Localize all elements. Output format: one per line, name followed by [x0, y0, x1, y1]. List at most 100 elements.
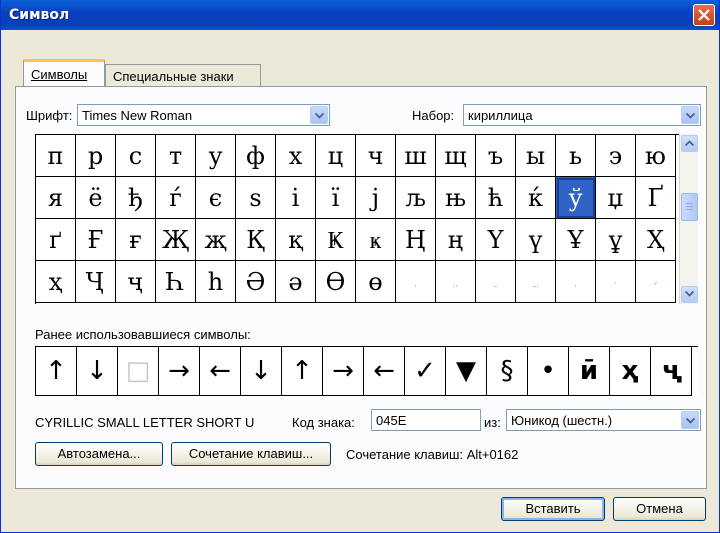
- symbol-cell[interactable]: э: [596, 135, 636, 177]
- from-dropdown-button[interactable]: [681, 411, 699, 429]
- symbol-cell[interactable]: ·: [396, 261, 436, 303]
- symbol-cell[interactable]: ї: [316, 177, 356, 219]
- symbol-cell[interactable]: Ү: [476, 219, 516, 261]
- recent-symbol-cell[interactable]: ↑: [36, 347, 77, 396]
- symbol-cell[interactable]: ё: [76, 177, 116, 219]
- symbol-cell[interactable]: ђ: [116, 177, 156, 219]
- tab-symbols-label: Символы: [31, 67, 88, 82]
- symbol-cell[interactable]: ˅: [636, 261, 676, 303]
- scroll-down-button[interactable]: [681, 286, 698, 303]
- font-select[interactable]: Times New Roman: [77, 104, 330, 126]
- symbol-grid-scrollbar[interactable]: [679, 134, 698, 304]
- symbol-cell[interactable]: Қ: [236, 219, 276, 261]
- symbol-cell[interactable]: ѕ: [236, 177, 276, 219]
- symbol-cell[interactable]: ц: [316, 135, 356, 177]
- recent-symbol-cell[interactable]: §: [487, 347, 528, 396]
- symbol-cell[interactable]: њ: [436, 177, 476, 219]
- symbol-cell[interactable]: Ұ: [556, 219, 596, 261]
- recent-symbol-cell[interactable]: □: [118, 347, 159, 396]
- symbol-cell[interactable]: ҷ: [116, 261, 156, 303]
- symbol-cell[interactable]: ў: [556, 177, 596, 219]
- symbol-cell[interactable]: Ғ: [76, 219, 116, 261]
- tab-symbols[interactable]: Символы: [23, 59, 105, 86]
- symbol-cell[interactable]: ˙: [596, 261, 636, 303]
- symbol-cell[interactable]: с: [116, 135, 156, 177]
- recent-symbol-cell[interactable]: →: [159, 347, 200, 396]
- symbol-cell[interactable]: ө: [356, 261, 396, 303]
- recent-symbol-cell[interactable]: ҷ: [651, 347, 692, 396]
- symbol-cell[interactable]: ы: [516, 135, 556, 177]
- from-select[interactable]: Юникод (шестн.): [506, 409, 701, 431]
- symbol-cell[interactable]: қ: [276, 219, 316, 261]
- symbol-cell[interactable]: Ң: [396, 219, 436, 261]
- symbol-cell[interactable]: Ҷ: [76, 261, 116, 303]
- symbol-cell[interactable]: ъ: [476, 135, 516, 177]
- symbol-cell[interactable]: т: [156, 135, 196, 177]
- symbol-cell[interactable]: –·: [516, 261, 556, 303]
- character-code-input[interactable]: 045E: [371, 409, 481, 431]
- symbol-cell[interactable]: х: [276, 135, 316, 177]
- symbol-cell[interactable]: ң: [436, 219, 476, 261]
- recent-symbol-cell[interactable]: ↓: [77, 347, 118, 396]
- symbol-cell[interactable]: ѓ: [156, 177, 196, 219]
- recent-symbol-cell[interactable]: ↓: [241, 347, 282, 396]
- symbol-cell[interactable]: ұ: [596, 219, 636, 261]
- symbol-cell[interactable]: ќ: [516, 177, 556, 219]
- symbol-cell[interactable]: Ҳ: [636, 219, 676, 261]
- symbol-cell[interactable]: љ: [396, 177, 436, 219]
- insert-button[interactable]: Вставить: [501, 497, 605, 521]
- scroll-up-button[interactable]: [681, 135, 698, 152]
- symbol-cell[interactable]: Ә: [236, 261, 276, 303]
- title-bar[interactable]: Символ: [1, 0, 719, 30]
- recent-symbol-cell[interactable]: ✓: [405, 347, 446, 396]
- symbol-cell[interactable]: ћ: [476, 177, 516, 219]
- symbol-cell[interactable]: Ґ: [636, 177, 676, 219]
- symbol-cell[interactable]: ч: [356, 135, 396, 177]
- close-button[interactable]: [693, 4, 715, 26]
- recent-symbol-cell[interactable]: •: [528, 347, 569, 396]
- recent-symbol-cell[interactable]: ↑: [282, 347, 323, 396]
- symbol-cell[interactable]: ·: [556, 261, 596, 303]
- symbol-cell[interactable]: җ: [196, 219, 236, 261]
- recent-symbol-cell[interactable]: ҳ: [610, 347, 651, 396]
- recent-symbol-cell[interactable]: ӣ: [569, 347, 610, 396]
- symbol-cell[interactable]: є: [196, 177, 236, 219]
- font-dropdown-button[interactable]: [310, 106, 328, 124]
- recent-symbol-cell[interactable]: ←: [364, 347, 405, 396]
- symbol-cell[interactable]: я: [36, 177, 76, 219]
- recent-symbol-cell[interactable]: ←: [200, 347, 241, 396]
- symbol-cell[interactable]: Ҝ: [316, 219, 356, 261]
- symbol-cell[interactable]: щ: [436, 135, 476, 177]
- symbol-cell[interactable]: ҝ: [356, 219, 396, 261]
- symbol-cell[interactable]: ю: [636, 135, 676, 177]
- symbol-cell[interactable]: і: [276, 177, 316, 219]
- symbol-cell[interactable]: ь: [556, 135, 596, 177]
- cancel-button[interactable]: Отмена: [613, 497, 706, 521]
- symbol-cell[interactable]: ··: [436, 261, 476, 303]
- symbol-cell[interactable]: ә: [276, 261, 316, 303]
- symbol-cell[interactable]: ш: [396, 135, 436, 177]
- symbol-cell[interactable]: ј: [356, 177, 396, 219]
- subset-select[interactable]: кириллица: [463, 104, 701, 126]
- symbol-cell[interactable]: Һ: [156, 261, 196, 303]
- recent-symbol-cell[interactable]: →: [323, 347, 364, 396]
- symbol-cell[interactable]: р: [76, 135, 116, 177]
- scroll-thumb[interactable]: [681, 193, 698, 221]
- symbol-cell[interactable]: ґ: [36, 219, 76, 261]
- symbol-cell[interactable]: –: [476, 261, 516, 303]
- symbol-cell[interactable]: у: [196, 135, 236, 177]
- symbol-cell[interactable]: Ө: [316, 261, 356, 303]
- symbol-cell[interactable]: Җ: [156, 219, 196, 261]
- tab-special-characters[interactable]: Специальные знаки: [105, 64, 261, 88]
- shortcut-key-button[interactable]: Сочетание клавиш...: [171, 442, 331, 466]
- subset-dropdown-button[interactable]: [681, 106, 699, 124]
- recent-symbol-cell[interactable]: ▼: [446, 347, 487, 396]
- symbol-cell[interactable]: ф: [236, 135, 276, 177]
- symbol-cell[interactable]: џ: [596, 177, 636, 219]
- symbol-cell[interactable]: ү: [516, 219, 556, 261]
- autocorrect-button[interactable]: Автозамена...: [35, 442, 163, 466]
- symbol-cell[interactable]: п: [36, 135, 76, 177]
- symbol-cell[interactable]: ҳ: [36, 261, 76, 303]
- symbol-cell[interactable]: ғ: [116, 219, 156, 261]
- symbol-cell[interactable]: һ: [196, 261, 236, 303]
